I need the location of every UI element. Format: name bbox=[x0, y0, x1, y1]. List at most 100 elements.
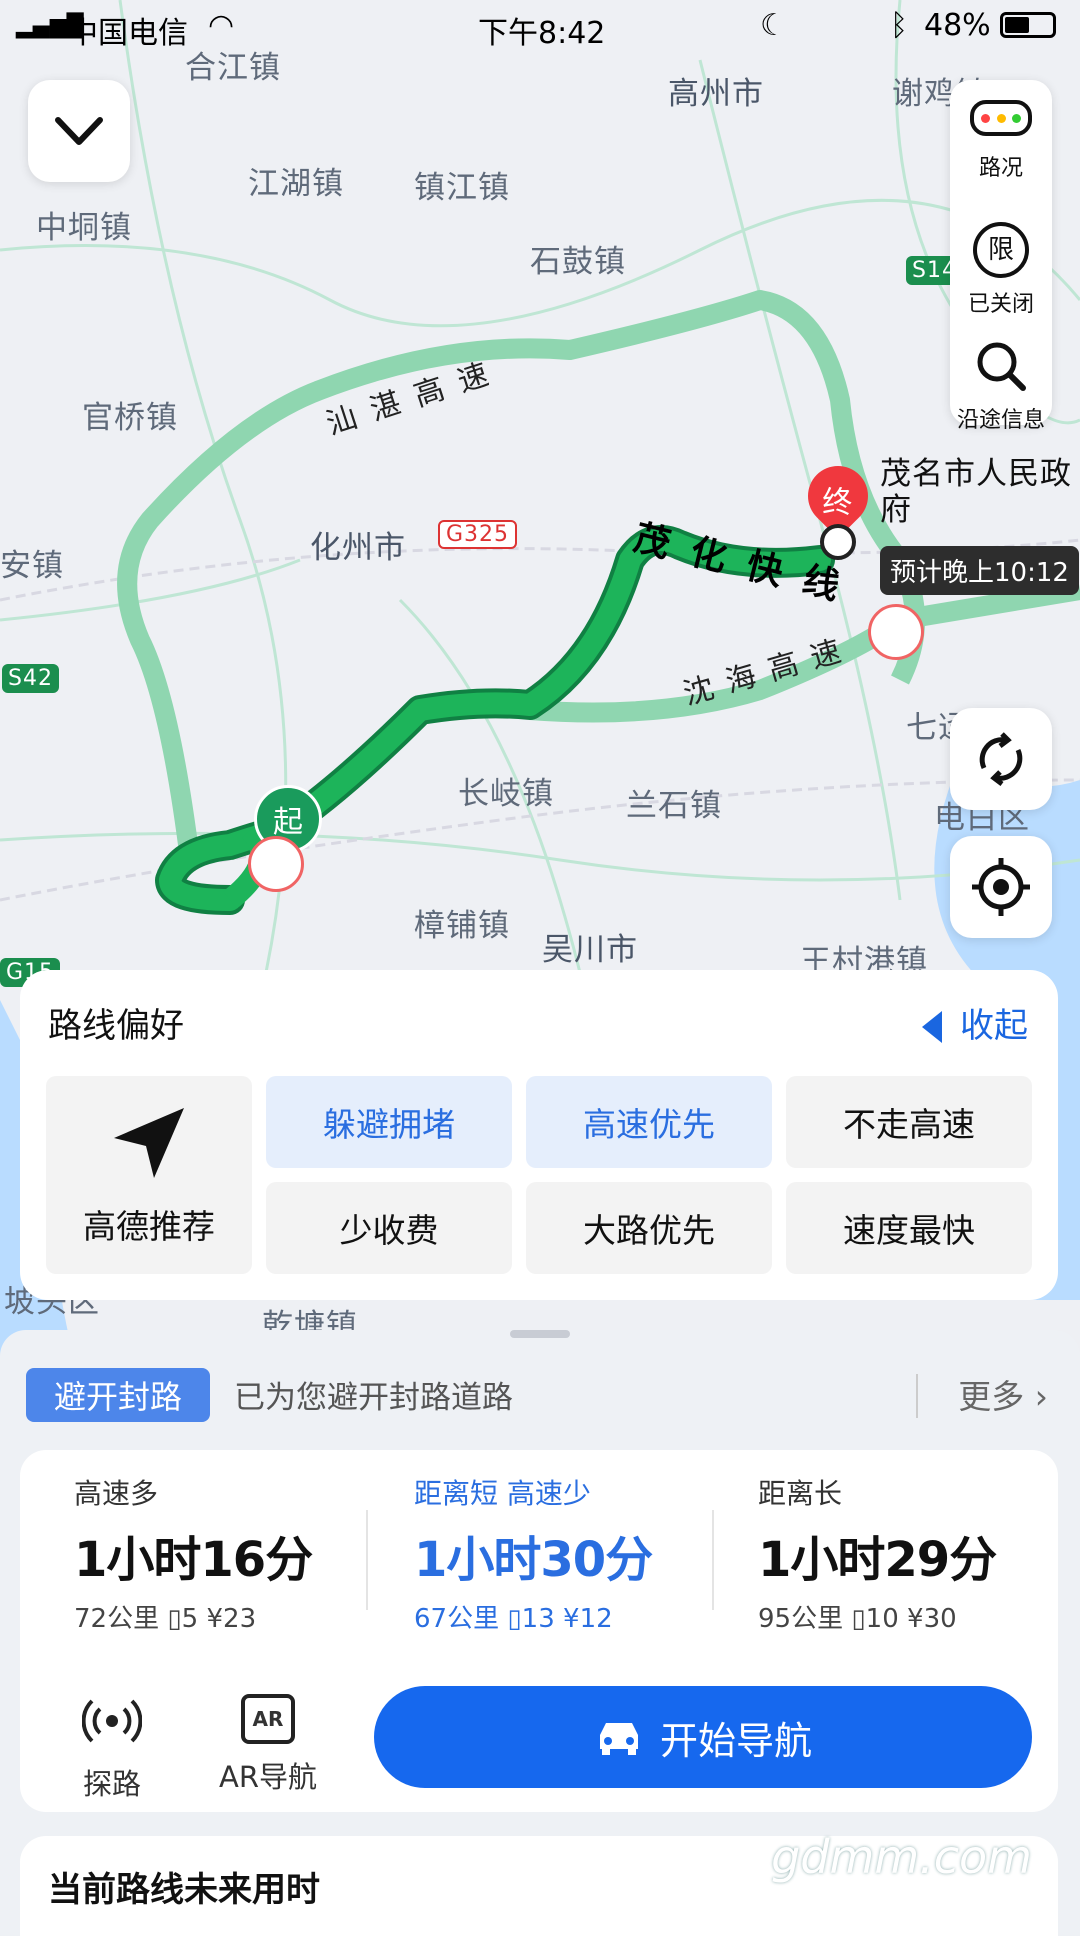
status-bar: ▂▄▆█ 中国电信 ◠ 下午8:42 ☾ ᛒ 48% bbox=[0, 0, 1080, 56]
route-lights: 10 bbox=[865, 1604, 899, 1634]
collapse-preferences-button[interactable]: 收起 bbox=[922, 998, 1028, 1047]
preferences-title: 路线偏好 bbox=[48, 1006, 184, 1046]
ar-navigation-button[interactable]: AR AR导航 bbox=[208, 1694, 328, 1796]
search-icon bbox=[977, 342, 1026, 391]
route-preferences-panel: 路线偏好 收起 高德推荐 躲避拥堵 高速优先 不走高速 少收费 大路优先 速度最… bbox=[20, 970, 1058, 1300]
closure-badge: 避开封路 bbox=[26, 1368, 210, 1422]
ar-label: AR导航 bbox=[219, 1760, 317, 1794]
bluetooth-icon: ᛒ bbox=[890, 8, 908, 43]
route-meta: 67公里 ▯13 ¥12 bbox=[414, 1598, 714, 1635]
place-label: 石鼓镇 bbox=[530, 244, 626, 280]
drag-handle[interactable] bbox=[510, 1330, 570, 1338]
place-label: 长岐镇 bbox=[458, 776, 554, 812]
map-tools-panel: 路况 限 已关闭 沿途信息 bbox=[950, 80, 1052, 433]
destination-label[interactable]: 茂名市人民政府 bbox=[880, 456, 1080, 528]
place-label: 化州市 bbox=[310, 530, 406, 566]
route-time: 1小时16分 bbox=[74, 1532, 313, 1588]
pref-main-road-first[interactable]: 大路优先 bbox=[526, 1182, 772, 1274]
divider bbox=[712, 1510, 714, 1610]
route-lights: 5 bbox=[181, 1604, 199, 1634]
pref-avoid-congestion[interactable]: 躲避拥堵 bbox=[266, 1076, 512, 1168]
restriction-button[interactable]: 限 已关闭 bbox=[950, 222, 1052, 322]
place-label: 高州市 bbox=[668, 76, 764, 112]
route-option-3[interactable]: 距离长 1小时29分 95公里 ▯10 ¥30 bbox=[758, 1472, 1058, 1635]
battery-icon bbox=[1000, 12, 1056, 38]
explore-button[interactable]: 探路 bbox=[52, 1694, 172, 1803]
watermark: gdmm.com bbox=[771, 1830, 1032, 1884]
refresh-button[interactable] bbox=[950, 708, 1052, 810]
traffic-button[interactable]: 路况 bbox=[950, 100, 1052, 200]
traffic-light-small-icon: ▯ bbox=[507, 1604, 522, 1634]
explore-label: 探路 bbox=[82, 1767, 141, 1801]
route-distance: 72公里 bbox=[74, 1604, 160, 1634]
road-shield: S42 bbox=[2, 664, 59, 693]
carrier: 中国电信 bbox=[68, 16, 188, 51]
locate-icon bbox=[972, 858, 1030, 916]
along-route-button[interactable]: 沿途信息 bbox=[950, 336, 1052, 436]
traffic-light-icon bbox=[970, 100, 1032, 136]
route-tag: 距离长 bbox=[758, 1477, 843, 1510]
route-lights: 13 bbox=[521, 1604, 555, 1634]
traffic-label: 路况 bbox=[978, 156, 1023, 181]
locate-button[interactable] bbox=[950, 836, 1052, 938]
pref-recommended[interactable]: 高德推荐 bbox=[46, 1076, 252, 1274]
road-shield: G325 bbox=[438, 520, 518, 549]
route-option-1[interactable]: 高速多 1小时16分 72公里 ▯5 ¥23 bbox=[74, 1472, 374, 1635]
place-label: 安镇 bbox=[0, 548, 64, 584]
start-navigation-label: 开始导航 bbox=[659, 1718, 812, 1763]
more-label: 更多 bbox=[958, 1377, 1025, 1416]
restriction-icon: 限 bbox=[973, 222, 1029, 278]
route-time: 1小时29分 bbox=[758, 1532, 997, 1588]
explore-icon bbox=[81, 1699, 143, 1743]
start-marker-label: 起 bbox=[273, 805, 303, 840]
clock: 下午8:42 bbox=[478, 16, 606, 51]
route-distance: 95公里 bbox=[758, 1604, 844, 1634]
place-label: 中垌镇 bbox=[36, 210, 132, 246]
route-distance: 67公里 bbox=[414, 1604, 500, 1634]
wifi-icon: ◠ bbox=[208, 8, 235, 43]
car-icon bbox=[599, 1723, 638, 1755]
place-label: 官桥镇 bbox=[82, 400, 178, 436]
navigation-arrow-icon bbox=[114, 1108, 184, 1178]
start-navigation-button[interactable]: 开始导航 bbox=[374, 1686, 1032, 1788]
place-label: 镇江镇 bbox=[414, 170, 510, 206]
place-label: 江湖镇 bbox=[248, 166, 344, 202]
place-label: 樟铺镇 bbox=[414, 908, 510, 944]
pref-recommended-label: 高德推荐 bbox=[83, 1207, 215, 1246]
traffic-light-small-icon: ▯ bbox=[167, 1604, 182, 1634]
place-label: 兰石镇 bbox=[626, 788, 722, 824]
traffic-light-small-icon: ▯ bbox=[851, 1604, 866, 1634]
pref-no-highway[interactable]: 不走高速 bbox=[786, 1076, 1032, 1168]
route-time: 1小时30分 bbox=[414, 1532, 653, 1588]
route-fee: ¥30 bbox=[907, 1604, 957, 1634]
route-fee: ¥12 bbox=[563, 1604, 613, 1634]
chevron-right-icon: › bbox=[1034, 1377, 1048, 1416]
route-tag: 距离短 高速少 bbox=[414, 1477, 591, 1510]
eta-bubble: 预计晚上10:12 bbox=[880, 546, 1079, 595]
construction-icon bbox=[868, 604, 924, 660]
ar-icon: AR bbox=[241, 1694, 295, 1744]
along-route-label: 沿途信息 bbox=[956, 408, 1045, 433]
restriction-label: 已关闭 bbox=[967, 292, 1034, 317]
destination-dot-icon bbox=[820, 524, 856, 560]
caret-left-icon bbox=[922, 1011, 942, 1043]
pref-less-toll[interactable]: 少收费 bbox=[266, 1182, 512, 1274]
closure-text: 已为您避开封路道路 bbox=[234, 1380, 513, 1416]
more-button[interactable]: 更多 › bbox=[958, 1370, 1048, 1418]
divider bbox=[366, 1510, 368, 1610]
divider bbox=[916, 1374, 918, 1418]
route-tag: 高速多 bbox=[74, 1477, 159, 1510]
collapse-map-button[interactable] bbox=[28, 80, 130, 182]
route-meta: 95公里 ▯10 ¥30 bbox=[758, 1598, 1058, 1635]
pref-highway-first[interactable]: 高速优先 bbox=[526, 1076, 772, 1168]
battery-percent: 48% bbox=[924, 8, 991, 43]
pref-fastest[interactable]: 速度最快 bbox=[786, 1182, 1032, 1274]
collapse-label: 收起 bbox=[960, 1006, 1028, 1046]
route-meta: 72公里 ▯5 ¥23 bbox=[74, 1598, 374, 1635]
refresh-icon bbox=[979, 732, 1023, 786]
end-marker-label: 终 bbox=[822, 485, 853, 521]
chevron-down-icon bbox=[55, 117, 103, 145]
future-title: 当前路线未来用时 bbox=[48, 1870, 320, 1910]
place-label: 吴川市 bbox=[542, 932, 638, 968]
route-option-2[interactable]: 距离短 高速少 1小时30分 67公里 ▯13 ¥12 bbox=[414, 1472, 714, 1635]
